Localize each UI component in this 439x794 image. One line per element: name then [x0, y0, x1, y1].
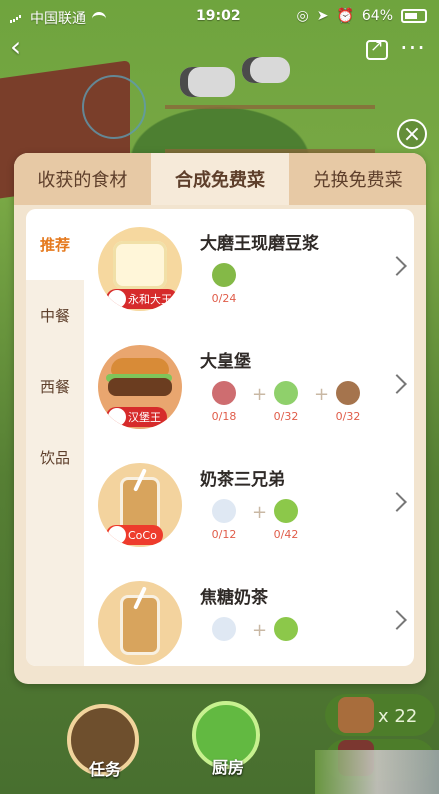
chevron-right-icon: [387, 492, 407, 512]
ingredient-count: 0/18: [211, 410, 237, 423]
blurred-overlay: [315, 750, 439, 794]
ingredient: 0/18: [200, 381, 248, 429]
ingredient: 0/12: [200, 499, 248, 547]
tab-harvested-food[interactable]: 收获的食材: [14, 153, 152, 205]
recipe-name: 焦糖奶茶: [200, 588, 268, 608]
tab-exchange-dishes[interactable]: 兑换免费菜: [289, 153, 427, 205]
category-drinks[interactable]: 饮品: [26, 422, 84, 493]
recipe-list: 永和大王 大磨王现磨豆浆 0/24 汉堡王 大皇堡 0/18 + 0/32 + …: [84, 209, 414, 666]
fence-illustration: [165, 105, 375, 153]
recipe-row[interactable]: 汉堡王 大皇堡 0/18 + 0/32 + 0/32: [84, 327, 414, 445]
tea-leaf-icon: [274, 617, 298, 641]
recipe-row[interactable]: 永和大王 大磨王现磨豆浆 0/24: [84, 209, 414, 327]
task-label: 任务: [89, 760, 122, 779]
wifi-icon: [92, 11, 106, 25]
cow-illustration: [180, 67, 235, 97]
category-chinese[interactable]: 中餐: [26, 280, 84, 351]
ingredients: 0/12 + 0/42: [200, 499, 370, 547]
category-recommended[interactable]: 推荐: [26, 209, 84, 280]
back-button[interactable]: ‹: [10, 33, 34, 61]
ingredient-count: 0/42: [273, 528, 299, 541]
kitchen-label: 厨房: [212, 758, 245, 777]
ingredients: 0/18 + 0/32 + 0/32: [200, 381, 370, 429]
ingredient-count: 0/24: [211, 292, 237, 305]
brand-badge: 汉堡王: [106, 407, 167, 427]
flour-bag-icon: [336, 381, 360, 405]
milk-icon: [212, 617, 236, 641]
ingredient-count: 0/32: [273, 410, 299, 423]
ingredient: [262, 617, 310, 665]
chevron-right-icon: [387, 374, 407, 394]
battery-icon: [401, 9, 427, 23]
ingredient: 0/32: [324, 381, 372, 429]
ingredients: +: [200, 617, 370, 665]
battery-percent: 64%: [361, 8, 393, 24]
share-button[interactable]: [366, 36, 388, 60]
tab-free-dishes[interactable]: 合成免费菜: [151, 153, 290, 205]
carrier-status: 中国联通: [10, 8, 106, 28]
soybean-icon: [212, 263, 236, 287]
ingredient: 0/32: [262, 381, 310, 429]
burger-thumbnail: 汉堡王: [98, 345, 182, 429]
lettuce-icon: [274, 381, 298, 405]
milk-icon: [212, 499, 236, 523]
panel-tabs: 收获的食材 合成免费菜 兑换免费菜: [14, 153, 427, 205]
close-button[interactable]: ×: [397, 119, 427, 149]
ingredients: 0/24: [200, 263, 370, 311]
soy-milk-cup: [113, 241, 167, 289]
kitchen-panel: 收获的食材 合成免费菜 兑换免费菜 推荐 中餐 西餐 饮品 永和大王 大磨王现磨…: [14, 153, 427, 684]
alarm-icon: ⏰: [336, 8, 354, 24]
carrier-name: 中国联通: [30, 11, 86, 27]
brand-badge: 永和大王: [106, 289, 178, 309]
signal-icon: [10, 13, 24, 23]
sack-icon: [338, 697, 374, 733]
ingredient: 0/24: [200, 263, 248, 311]
cow-illustration: [242, 57, 290, 83]
location-icon: ➤: [316, 8, 329, 24]
milk-tea-cup: [120, 595, 160, 655]
milk-tea-thumbnail: CoCo: [98, 463, 182, 547]
soy-milk-thumbnail: 永和大王: [98, 227, 182, 311]
meat-layer: [108, 378, 172, 396]
chevron-right-icon: [387, 610, 407, 630]
recipe-content: 推荐 中餐 西餐 饮品 永和大王 大磨王现磨豆浆 0/24 汉堡王 大皇堡 0/…: [26, 209, 414, 666]
recipe-name: 大磨王现磨豆浆: [200, 234, 319, 254]
brand-badge: CoCo: [106, 525, 163, 545]
tea-leaf-icon: [274, 499, 298, 523]
ingredient-count-label: x 22: [378, 706, 418, 727]
recipe-name: 大皇堡: [200, 352, 251, 372]
windmill-illustration: [82, 75, 146, 139]
status-right: ◎ ➤ ⏰ 64%: [296, 8, 427, 24]
category-western[interactable]: 西餐: [26, 351, 84, 422]
more-button[interactable]: ···: [400, 34, 426, 62]
ingredient: [200, 617, 248, 665]
chevron-right-icon: [387, 256, 407, 276]
ingredient-count: 0/32: [335, 410, 361, 423]
caramel-milk-tea-thumbnail: [98, 581, 182, 665]
lock-icon: ◎: [296, 8, 309, 24]
recipe-row[interactable]: 焦糖奶茶 +: [84, 563, 414, 666]
meat-icon: [212, 381, 236, 405]
category-sidebar: 推荐 中餐 西餐 饮品: [26, 209, 84, 666]
ingredient: 0/42: [262, 499, 310, 547]
recipe-name: 奶茶三兄弟: [200, 470, 285, 490]
status-time: 19:02: [196, 8, 241, 24]
status-bar: 中国联通 19:02 ◎ ➤ ⏰ 64%: [0, 0, 439, 30]
ingredient-count: 0/12: [211, 528, 237, 541]
recipe-row[interactable]: CoCo 奶茶三兄弟 0/12 + 0/42: [84, 445, 414, 563]
